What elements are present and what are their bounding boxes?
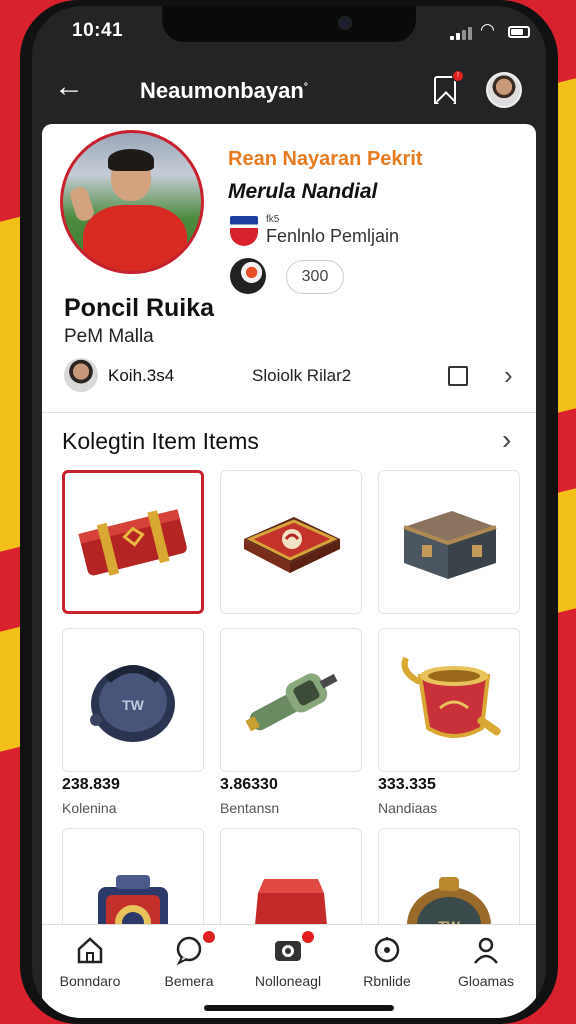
tab-camera[interactable]: Nolloneagl — [240, 931, 336, 1005]
bell-icon — [374, 937, 400, 963]
follower-count[interactable]: 300 — [286, 260, 344, 294]
top-navigation: ← Neaumonbayan° ! — [32, 58, 546, 122]
signal-icon — [450, 26, 472, 40]
round-badge-icon: TW — [90, 665, 175, 742]
stat-row[interactable]: Koih.3s4 Sloiolk Rilar2 › — [42, 352, 536, 408]
checkbox[interactable] — [448, 366, 468, 386]
bottom-tab-bar: Bonndaro Bemera Nolloneagl Rbnlide Gloam… — [42, 924, 536, 1018]
svg-text:TW: TW — [122, 697, 145, 713]
red-gold-case-icon — [78, 509, 187, 576]
tab-notifications[interactable]: Rbnlide — [339, 935, 435, 1005]
user-icon — [474, 937, 498, 964]
tab-home[interactable]: Bonndaro — [42, 935, 138, 1005]
avatar — [64, 358, 98, 392]
home-icon — [77, 937, 103, 964]
divider — [42, 412, 536, 413]
profile-card: Rean Nayaran Pekrit Merula Nandial fk5 F… — [42, 124, 536, 1018]
bookmark-icon[interactable] — [434, 76, 456, 104]
avatar[interactable] — [486, 72, 522, 108]
battery-icon — [508, 26, 530, 38]
tab-label: Bonndaro — [59, 973, 121, 989]
chevron-right-icon[interactable]: › — [504, 360, 513, 391]
notification-badge: ! — [452, 70, 464, 82]
chevron-right-icon[interactable]: › — [502, 424, 511, 456]
team-name: Merula Nandial — [228, 180, 378, 203]
golden-cup-icon — [401, 656, 501, 738]
home-indicator[interactable] — [204, 1005, 394, 1011]
player-name: Poncil Ruika — [64, 294, 215, 322]
phone-frame: 10:41 ◠ ← Neaumonbayan° ! Rean Nayaran P… — [20, 0, 558, 1024]
item-tile[interactable] — [220, 628, 362, 772]
item-label: Bentansn — [220, 800, 280, 816]
item-value: 238.839 — [62, 776, 120, 793]
wifi-icon: ◠ — [480, 20, 495, 39]
dragon-chest-icon — [244, 517, 340, 573]
tab-label: Gloamas — [457, 973, 515, 989]
profile-headline: Rean Nayaran Pekrit — [228, 148, 423, 170]
stat-left: Koih.3s4 — [108, 366, 175, 385]
item-tile[interactable]: TW — [62, 628, 204, 772]
item-tile[interactable] — [220, 470, 362, 614]
status-time: 10:41 — [72, 20, 124, 41]
camera-icon — [275, 941, 301, 961]
item-tile[interactable] — [62, 470, 204, 614]
phone-screen: 10:41 ◠ ← Neaumonbayan° ! Rean Nayaran P… — [32, 6, 546, 1018]
mascot-icon — [230, 258, 266, 294]
tab-label: Nolloneagl — [254, 973, 322, 989]
notification-dot — [302, 931, 314, 943]
section-title: Kolegtin Item Items — [62, 428, 259, 454]
item-tile[interactable] — [378, 628, 520, 772]
item-value: 3.86330 — [220, 776, 278, 793]
item-tile[interactable] — [378, 470, 520, 614]
club-name: Fenlnlo Pemljain — [266, 226, 400, 246]
player-subtitle: PeM Malla — [64, 326, 154, 347]
club-crest-icon — [230, 216, 258, 246]
tab-chat[interactable]: Bemera — [141, 931, 237, 1005]
page-title: Neaumonbayan° — [140, 78, 308, 103]
item-label: Nandiaas — [378, 800, 438, 816]
item-label: Kolenina — [62, 800, 117, 816]
back-arrow-icon[interactable]: ← — [54, 72, 84, 102]
player-photo — [60, 130, 204, 274]
tab-profile[interactable]: Gloamas — [438, 935, 534, 1005]
chat-icon — [176, 936, 202, 965]
club-code: fk5 — [266, 214, 280, 225]
item-value: 333.335 — [378, 776, 436, 793]
steel-trunk-icon — [403, 511, 497, 579]
status-bar: 10:41 ◠ — [32, 6, 546, 50]
tab-label: Rbnlide — [363, 973, 411, 989]
notification-dot — [203, 931, 215, 943]
tab-label: Bemera — [164, 973, 214, 989]
stat-middle: Sloiolk Rilar2 — [252, 366, 352, 385]
green-blaster-icon — [245, 673, 338, 732]
